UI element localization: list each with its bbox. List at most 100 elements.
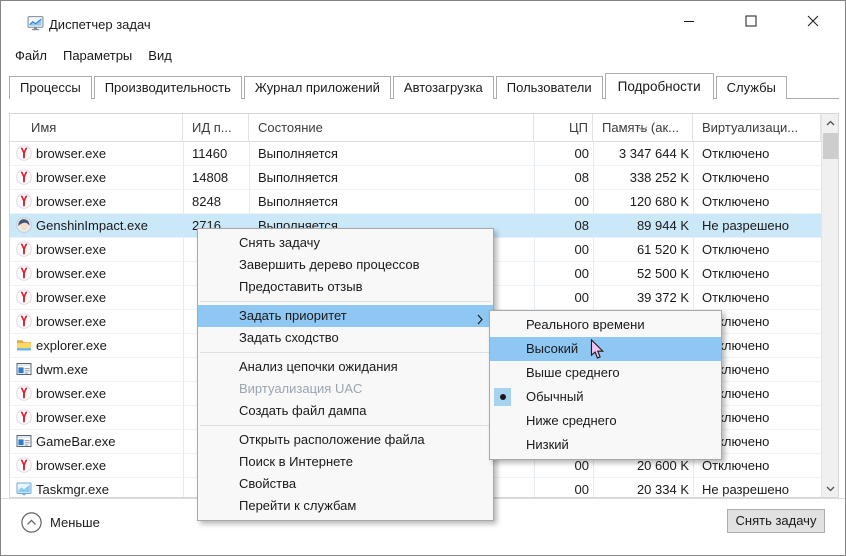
context-menu-item[interactable]: Предоставить отзыв [198,276,493,298]
yandex-browser-icon [16,289,32,305]
priority-submenu: Реального времениВысокийВыше среднегоОбы… [489,310,722,460]
tab-Процессы[interactable]: Процессы [9,76,92,99]
window-controls [658,1,844,41]
column-header-2[interactable]: ИД п... [183,114,249,142]
tab-Производительность[interactable]: Производительность [94,76,242,99]
process-cpu: 00 [534,478,589,499]
process-uac-virtualization: Отключено [702,190,820,213]
priority-option[interactable]: Ниже среднего [490,409,721,433]
yandex-browser-icon [16,385,32,401]
menu-separator [198,422,493,429]
context-menu-item[interactable]: Задать приоритет [198,305,493,327]
tab-Журнал приложений[interactable]: Журнал приложений [244,76,391,99]
priority-option[interactable]: Высокий [490,337,721,361]
context-menu-item[interactable]: Свойства [198,473,493,495]
context-menu-item[interactable]: Анализ цепочки ожидания [198,356,493,378]
title-bar: Диспетчер задач [1,1,845,43]
process-name: browser.exe [36,190,182,213]
chevron-down-icon [826,486,835,492]
process-uac-virtualization: Отключено [702,262,820,285]
context-menu-item[interactable]: Завершить дерево процессов [198,254,493,276]
context-menu-item[interactable]: Снять задачу [198,232,493,254]
context-menu-item[interactable]: Задать сходство [198,327,493,349]
table-row[interactable]: browser.exe8248Выполняется00120 680 KОтк… [10,190,821,214]
column-header-6[interactable]: Виртуализаци... [693,114,821,142]
column-header-1[interactable]: Имя [10,114,183,142]
cursor-arrow-icon [590,339,604,360]
yandex-browser-icon [16,145,32,161]
menubar-item-2[interactable]: Параметры [55,45,140,69]
process-uac-virtualization: Не разрешено [702,478,820,499]
process-name: dwm.exe [36,358,182,381]
yandex-browser-icon [16,457,32,473]
minimize-icon [683,15,695,27]
priority-option[interactable]: Реального времени [490,313,721,337]
menubar-item-1[interactable]: Файл [7,45,55,69]
taskmgr-icon [16,481,32,497]
end-task-button[interactable]: Снять задачу [727,509,825,533]
menu-separator [198,349,493,356]
folder-icon [16,337,32,353]
process-memory: 89 944 K [593,214,689,237]
column-header-5[interactable]: Память (ак... [593,114,693,142]
tab-Пользователи[interactable]: Пользователи [496,76,603,99]
close-button[interactable] [782,1,844,41]
process-name: Taskmgr.exe [36,478,182,499]
table-row[interactable]: browser.exe11460Выполняется003 347 644 K… [10,142,821,166]
context-menu-item[interactable]: Перейти к службам [198,495,493,517]
process-name: browser.exe [36,142,182,165]
process-uac-virtualization: Отключено [702,142,820,165]
minimize-button[interactable] [658,1,720,41]
menu-bar: ФайлПараметрыВид [7,45,180,69]
vertical-scrollbar[interactable] [821,114,838,497]
process-cpu: 08 [534,214,589,237]
maximize-icon [745,15,757,27]
context-menu: Снять задачуЗавершить дерево процессовПр… [197,228,494,521]
process-name: browser.exe [36,454,182,477]
yandex-browser-icon [16,169,32,185]
sort-descending-icon [637,114,648,142]
window-icon [16,433,32,449]
process-name: explorer.exe [36,334,182,357]
priority-option[interactable]: Обычный [490,385,721,409]
column-header-4[interactable]: ЦП [534,114,593,142]
priority-option[interactable]: Низкий [490,433,721,457]
task-manager-app-icon [27,15,44,32]
tab-Подробности[interactable]: Подробности [605,73,714,100]
chevron-up-icon [826,120,835,126]
process-uac-virtualization: Отключено [702,238,820,261]
yandex-browser-icon [16,313,32,329]
process-cpu: 00 [534,262,589,285]
context-menu-item[interactable]: Поиск в Интернете [198,451,493,473]
context-menu-item[interactable]: Создать файл дампа [198,400,493,422]
menu-separator [198,298,493,305]
context-menu-item[interactable]: Открыть расположение файла [198,429,493,451]
column-header-3[interactable]: Состояние [249,114,534,142]
fewer-details-label: Меньше [50,515,100,530]
maximize-button[interactable] [720,1,782,41]
process-uac-virtualization: Отключено [702,286,820,309]
window-title: Диспетчер задач [49,17,151,32]
close-icon [807,15,819,27]
process-status: Выполняется [258,166,528,189]
tab-Автозагрузка[interactable]: Автозагрузка [393,76,494,99]
table-row[interactable]: browser.exe14808Выполняется08338 252 KОт… [10,166,821,190]
process-name: browser.exe [36,382,182,405]
process-name: browser.exe [36,166,182,189]
scroll-up-button[interactable] [822,114,839,131]
priority-option[interactable]: Выше среднего [490,361,721,385]
genshin-icon [16,217,32,233]
process-pid: 11460 [192,142,252,165]
menubar-item-3[interactable]: Вид [140,45,180,69]
process-name: browser.exe [36,310,182,333]
process-name: GameBar.exe [36,430,182,453]
yandex-browser-icon [16,265,32,281]
tab-Службы[interactable]: Службы [716,76,787,99]
process-memory: 39 372 K [593,286,689,309]
process-memory: 52 500 K [593,262,689,285]
fewer-details-button[interactable]: Меньше [21,510,100,534]
scrollbar-thumb[interactable] [823,133,838,159]
process-name: browser.exe [36,406,182,429]
scroll-down-button[interactable] [822,480,839,497]
chevron-up-circle-icon [21,512,42,533]
